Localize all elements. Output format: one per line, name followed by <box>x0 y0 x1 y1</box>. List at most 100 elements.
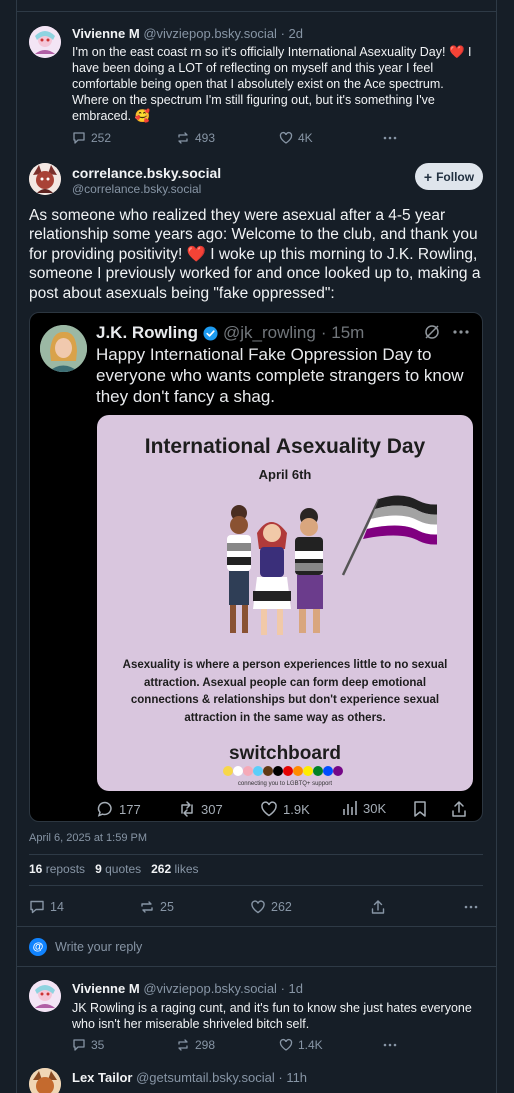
plus-icon: + <box>423 168 433 185</box>
reply-count: 177 <box>119 801 141 817</box>
display-name[interactable]: J.K. Rowling <box>96 323 198 343</box>
progress-flag-dots <box>223 766 343 776</box>
repost-icon <box>178 1039 188 1051</box>
reply-button[interactable]: 35 <box>72 1038 104 1052</box>
reply-button[interactable]: 177 <box>96 800 141 818</box>
reposts-stat-count: 16 <box>29 862 43 876</box>
like-count: 262 <box>271 900 292 914</box>
reply-icon <box>73 132 85 144</box>
repost-count: 493 <box>195 131 216 145</box>
reply-composer[interactable]: @ Write your reply <box>29 938 142 956</box>
heart-icon <box>261 801 277 817</box>
more-button[interactable] <box>383 131 397 145</box>
handle[interactable]: @vivziepop.bsky.social <box>143 26 277 41</box>
bookmark-icon <box>414 801 426 817</box>
display-name[interactable]: correlance.bsky.social <box>72 165 221 181</box>
repost-button[interactable]: 307 <box>178 800 223 818</box>
avatar[interactable] <box>40 325 87 372</box>
reply-count: 252 <box>91 131 112 145</box>
repost-count: 298 <box>195 1038 216 1052</box>
more-button[interactable] <box>463 899 479 915</box>
more-icon <box>383 136 397 140</box>
views-icon <box>343 801 357 815</box>
display-name[interactable]: Lex Tailor <box>72 1070 132 1085</box>
likes-stat[interactable]: 262 likes <box>151 862 198 876</box>
share-icon <box>452 801 466 817</box>
reply-button[interactable]: 14 <box>29 899 64 915</box>
divider <box>17 966 496 967</box>
post-author[interactable]: Vivienne M @vivziepop.bsky.social · 2d <box>72 26 303 41</box>
post-age: · 11h <box>278 1070 308 1085</box>
follow-label: Follow <box>436 169 475 184</box>
likes-stat-count: 262 <box>151 862 172 876</box>
quotes-stat[interactable]: 9 quotes <box>95 862 141 876</box>
like-count: 1.9K <box>283 801 310 817</box>
views-button[interactable]: 30K <box>342 800 386 816</box>
more-button[interactable] <box>383 1038 397 1052</box>
bookmark-button[interactable] <box>412 800 428 818</box>
quoted-text: Happy International Fake Oppression Day … <box>96 345 464 406</box>
handle-line[interactable]: @correlance.bsky.social <box>72 182 201 196</box>
brand-name: switchboard <box>229 743 341 764</box>
post-text: As someone who realized they were asexua… <box>29 207 481 302</box>
post-author[interactable]: Vivienne M @vivziepop.bsky.social · 1d <box>72 981 303 996</box>
post-text: I'm on the east coast rn so it's officia… <box>72 45 472 123</box>
like-count: 4K <box>298 131 313 145</box>
grok-icon[interactable] <box>424 324 440 340</box>
reply-placeholder[interactable]: Write your reply <box>55 940 142 954</box>
quotes-stat-label: quotes <box>105 862 142 876</box>
image-title: International Asexuality Day <box>144 435 426 458</box>
share-icon <box>371 900 385 914</box>
repost-icon <box>141 901 153 913</box>
avatar[interactable] <box>29 163 61 195</box>
like-button[interactable]: 262 <box>250 899 292 915</box>
handle[interactable]: @getsumtail.bsky.social <box>136 1070 275 1085</box>
avatar[interactable] <box>29 1068 61 1093</box>
post-age: · 2d <box>280 26 303 41</box>
reply-count: 35 <box>91 1038 105 1052</box>
post-text: JK Rowling is a raging cunt, and it's fu… <box>72 1001 472 1031</box>
display-name[interactable]: Vivienne M <box>72 981 140 996</box>
more-icon <box>464 905 478 909</box>
follow-button[interactable]: + Follow <box>415 163 483 190</box>
quotes-stat-count: 9 <box>95 862 102 876</box>
heart-icon <box>279 1038 293 1051</box>
divider <box>17 11 496 12</box>
heart-icon <box>251 900 265 914</box>
repost-count: 307 <box>201 801 223 817</box>
reposts-stat[interactable]: 16 reposts <box>29 862 85 876</box>
display-name[interactable]: Vivienne M <box>72 26 140 41</box>
avatar[interactable] <box>29 980 61 1012</box>
post-author[interactable]: correlance.bsky.social <box>72 165 221 181</box>
handle[interactable]: @correlance.bsky.social <box>72 182 201 196</box>
image-date: April 6th <box>258 467 312 482</box>
heart-icon <box>279 131 293 144</box>
divider <box>29 854 483 855</box>
repost-icon <box>181 801 193 817</box>
like-button[interactable]: 1.9K <box>260 800 310 818</box>
share-button[interactable] <box>450 800 468 818</box>
like-button[interactable]: 4K <box>279 131 313 145</box>
repost-button[interactable]: 298 <box>176 1038 215 1052</box>
quoted-post[interactable]: J.K. Rowling @jk_rowling · 15m Happy Int… <box>29 312 483 822</box>
post-actions: 35 298 1.4K <box>72 1038 482 1054</box>
reply-icon <box>30 900 44 914</box>
share-button[interactable] <box>370 899 386 915</box>
handle[interactable]: @jk_rowling <box>223 323 316 343</box>
repost-button[interactable]: 25 <box>139 899 174 915</box>
quoted-actions: 177 307 1.9K 30K <box>96 800 476 818</box>
reply-button[interactable]: 252 <box>72 131 111 145</box>
handle[interactable]: @vivziepop.bsky.social <box>143 981 277 996</box>
more-icon[interactable] <box>453 329 469 335</box>
divider <box>29 885 483 886</box>
avatar[interactable] <box>29 26 61 58</box>
at-icon: @ <box>29 938 47 956</box>
attached-image[interactable]: International Asexuality Day April 6th A… <box>97 415 473 791</box>
like-button[interactable]: 1.4K <box>279 1038 323 1052</box>
repost-button[interactable]: 493 <box>176 131 215 145</box>
reposts-stat-label: reposts <box>45 862 86 876</box>
quoted-author[interactable]: J.K. Rowling @jk_rowling · 15m <box>96 323 364 343</box>
repost-count: 25 <box>160 900 174 914</box>
views-count: 30K <box>363 800 387 816</box>
post-author[interactable]: Lex Tailor @getsumtail.bsky.social · 11h <box>72 1070 307 1085</box>
